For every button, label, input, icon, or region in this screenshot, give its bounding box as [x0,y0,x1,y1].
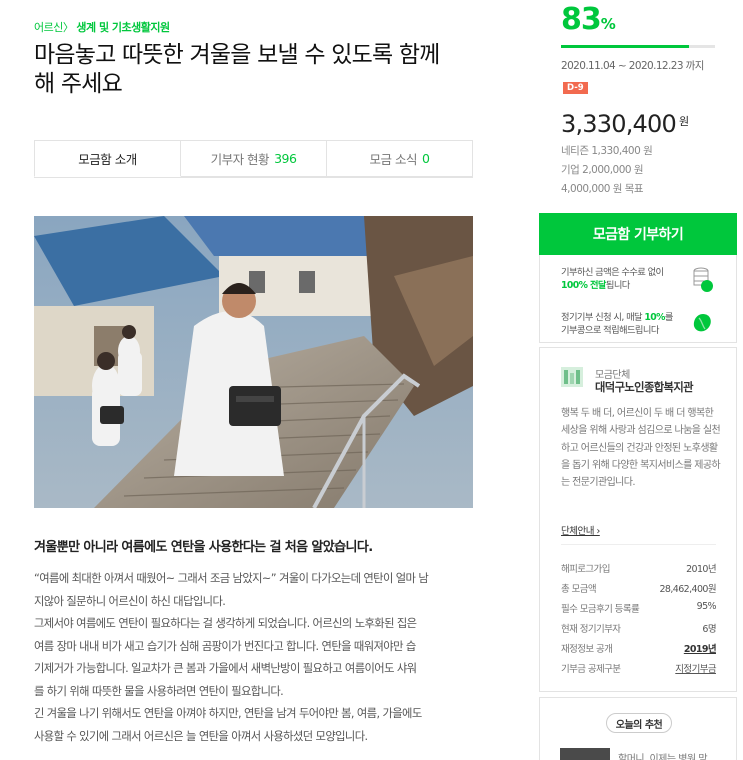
tab-bar: 모금함 소개 기부자 현황 396 모금 소식 0 [34,140,473,178]
tab-donors[interactable]: 기부자 현황 396 [181,140,327,177]
tab-intro-label: 모금함 소개 [78,152,137,167]
recommendation-item-title[interactable]: 할머니, 이제는 병원 맘 [618,750,708,760]
stat-value: 95% [696,601,717,612]
recommendation-title: 오늘의 추천 [606,713,672,733]
fee-info-highlight: 100% 전달 [561,280,606,291]
tab-news-label: 모금 소식 [369,152,418,167]
progress-percent-value: 83 [561,2,602,37]
raised-amount: 3,330,400 원 [561,110,689,138]
stat-value: 6명 [702,624,716,635]
stat-value: 28,462,400원 [659,584,716,595]
stat-label: 기부금 공제구분 [561,664,621,675]
progress-bar-fill [561,45,689,48]
story-line: 기제거가 가능합니다. 일교차가 큰 봄과 가을에서 새벽난방이 필요하고 여름… [34,662,417,675]
fee-info-rest: 됩니다 [605,280,630,291]
stat-row: 총 모금액 28,462,400원 [561,581,717,595]
stat-label: 해피로그가입 [561,564,610,575]
stat-label: 재정정보 공개 [561,644,613,655]
recommendation-box: 오늘의 추천 할머니, 이제는 병원 맘 [539,697,737,760]
divider [561,544,716,545]
raised-amount-value: 3,330,400 [561,110,677,138]
donate-button[interactable]: 모금함 기부하기 [539,213,737,255]
tab-news[interactable]: 모금 소식 0 [327,140,473,177]
netizen-amount: 네티즌 1,330,400 원 [561,145,653,157]
stat-row: 해피로그가입 2010년 [561,561,717,575]
dday-badge: D-9 [563,82,588,94]
tab-intro[interactable]: 모금함 소개 [34,140,181,177]
stat-row: 기부금 공제구분 지정기부금 [561,661,717,675]
tab-donors-label: 기부자 현황 [210,152,270,167]
regular-info-highlight: 10% [644,312,665,323]
organization-info-link[interactable]: 단체안내 › [561,523,600,537]
breadcrumb: 어르신〉 생계 및 기초생활지원 [34,19,170,35]
breadcrumb-category[interactable]: 어르신 [34,21,63,34]
breadcrumb-separator: 〉 [62,21,74,34]
story-line: 사용할 수 있기에 그래서 어르신은 늘 연탄을 아껴서 사용하셨던 모양입니다… [34,729,368,743]
financial-info-link[interactable]: 2019년 [684,641,717,655]
story-line: 를 하기 위해 따뜻한 물을 사용하려면 연탄이 필요합니다. [34,684,284,698]
breadcrumb-subcategory[interactable]: 생계 및 기초생활지원 [76,21,170,34]
regular-info-post: 를 [664,312,674,323]
stat-row: 현재 정기기부자 6명 [561,621,717,635]
tab-news-count: 0 [422,151,430,166]
coin-stack-icon [693,267,713,292]
progress-percent: 83% [561,2,616,37]
campaign-photo-illustration [34,216,473,508]
stat-row: 필수 모금후기 등록률 95% [561,601,717,615]
regular-info-pre: 정기기부 신청 시, 매달 [561,312,645,323]
stat-label: 필수 모금후기 등록률 [561,604,640,615]
page-title: 마음놓고 따뜻한 겨울을 보낼 수 있도록 함께 해 주세요 [34,42,440,97]
goal-amount: 4,000,000 원 목표 [561,183,644,195]
story-body: “여름에 최대한 아껴서 때웠어~ 그래서 조금 남았지~” 겨울이 다가오는데… [34,568,474,748]
progress-percent-sign: % [600,15,616,33]
corporate-amount: 기업 2,000,000 원 [561,164,644,176]
raised-amount-unit: 원 [678,115,689,128]
story-line: 지않아 질문하니 어르신이 하신 대답입니다. [34,594,226,608]
organization-card: 모금단체 대덕구노인종합복지관 행복 두 배 더, 어르신이 두 배 더 행복한… [539,347,737,692]
regular-info-line2: 기부콩으로 적립해드립니다 [561,325,659,336]
campaign-period: 2020.11.04 ~ 2020.12.23 까지 [561,60,704,72]
story-line: 긴 겨울을 나기 위해서도 연탄을 아껴야 하지만, 연탄을 남겨 두어야만 봄… [34,707,422,720]
organization-logo [561,367,583,387]
bean-icon [693,314,711,332]
organization-description: 행복 두 배 더, 어르신이 두 배 더 행복한 세상을 위해 사랑과 섬김으로… [561,408,721,489]
story-line: 여름 장마 내내 비가 새고 습기가 심해 곰팡이가 번진다고 합니다. 연탄을… [34,639,416,653]
story-line: 그제서야 여름에도 연탄이 필요하다는 걸 생각하게 되었습니다. 어르신의 노… [34,617,417,630]
stat-row: 재정정보 공개 2019년 [561,641,717,655]
stat-value: 2010년 [686,564,717,575]
story-line: “여름에 최대한 아껴서 때웠어~ 그래서 조금 남았지~” 겨울이 다가오는데… [34,572,429,585]
fee-info-line1: 기부하신 금액은 수수료 없이 [561,267,664,278]
stat-label: 현재 정기기부자 [561,624,621,635]
regular-info-line1: 정기기부 신청 시, 매달 10%를 [561,311,673,324]
fee-info-line2: 100% 전달됩니다 [561,279,630,292]
recommendation-thumbnail[interactable] [560,748,610,760]
tab-donors-count: 396 [274,151,297,166]
deduction-type-link[interactable]: 지정기부금 [675,661,716,675]
campaign-photo [34,216,473,508]
story-subheading: 겨울뿐만 아니라 여름에도 연탄을 사용한다는 걸 처음 알았습니다. [34,540,373,555]
stat-label: 총 모금액 [561,584,597,595]
donation-info-box: 기부하신 금액은 수수료 없이 100% 전달됩니다 정기기부 신청 시, 매달… [539,255,737,343]
organization-name[interactable]: 대덕구노인종합복지관 [595,379,694,395]
progress-bar [561,45,715,48]
